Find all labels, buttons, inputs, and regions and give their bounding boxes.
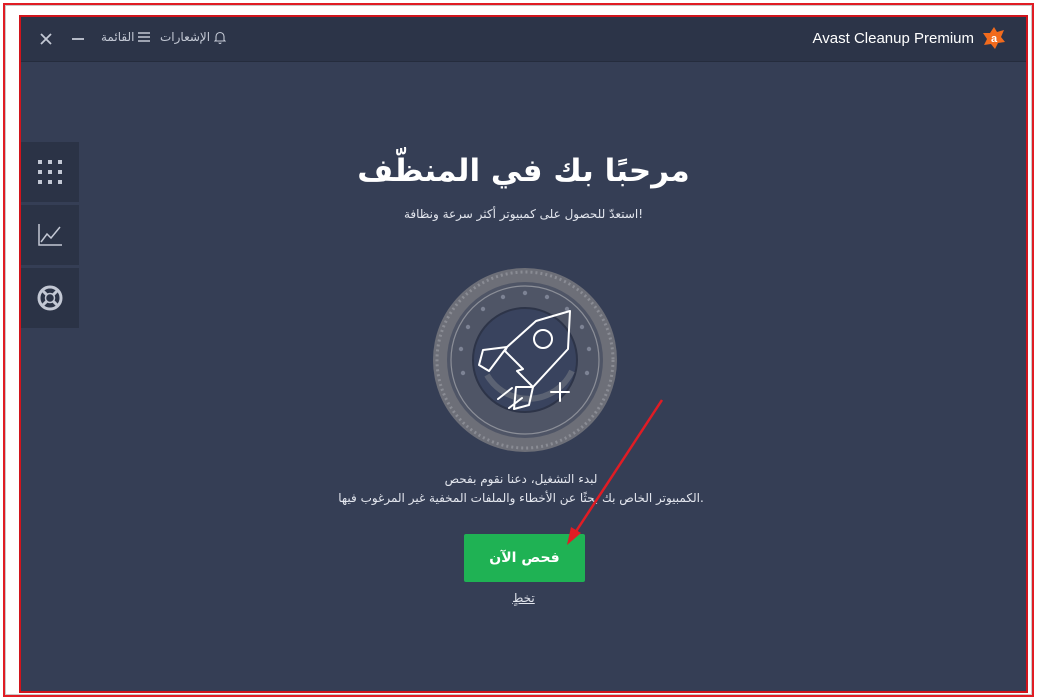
notifications-button[interactable]: الإشعارات	[160, 30, 227, 44]
minimize-icon	[72, 38, 84, 40]
menu-button[interactable]: القائمة	[101, 30, 151, 44]
welcome-heading: مرحبًا بك في المنظّف	[357, 153, 690, 189]
minimize-window-button[interactable]	[65, 26, 91, 52]
scan-description-line-1: لبدء التشغيل، دعنا نقوم بفحص	[444, 472, 598, 486]
hamburger-icon	[138, 32, 151, 42]
rocket-emblem-icon	[433, 268, 617, 452]
close-window-button[interactable]	[33, 26, 59, 52]
scan-now-button[interactable]: فحص الآن	[464, 534, 585, 582]
screenshot-frame: القائمة الإشعارات Avast Cleanup Premium …	[3, 3, 1034, 697]
main-content: مرحبًا بك في المنظّف استعدّ للحصول على ك…	[21, 61, 1026, 691]
skip-link[interactable]: تخطٍ	[21, 591, 1026, 605]
notifications-label: الإشعارات	[160, 30, 211, 44]
avast-logo-icon: a	[983, 27, 1005, 49]
svg-text:a: a	[991, 33, 998, 45]
welcome-subheading: استعدّ للحصول على كمبيوتر أكثر سرعة ونظا…	[403, 207, 644, 221]
app-title: Avast Cleanup Premium	[812, 30, 974, 47]
menu-label: القائمة	[101, 30, 135, 44]
app-window: القائمة الإشعارات Avast Cleanup Premium …	[19, 15, 1028, 693]
title-bar: القائمة الإشعارات Avast Cleanup Premium …	[21, 17, 1026, 62]
close-icon	[40, 33, 52, 45]
scan-description-line-2: الكمبيوتر الخاص بك بحثًا عن الأخطاء والم…	[338, 491, 704, 505]
bell-icon	[214, 31, 227, 44]
